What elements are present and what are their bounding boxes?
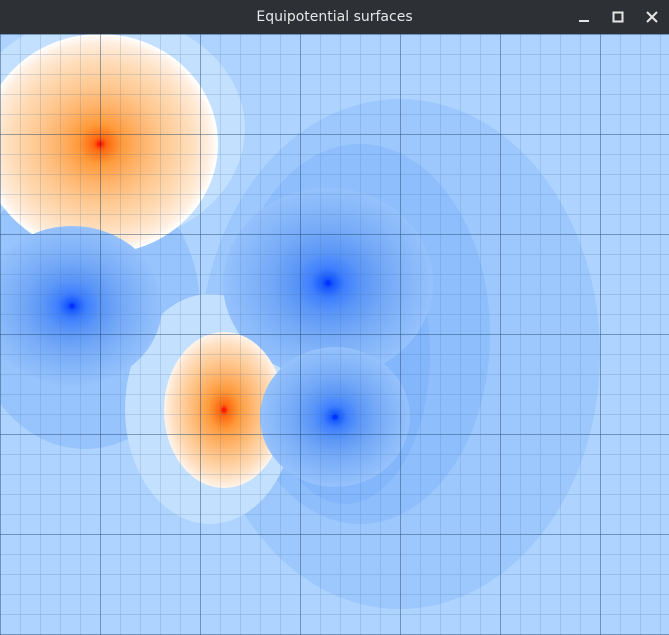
close-button[interactable] [635, 0, 669, 34]
minimize-button[interactable] [567, 0, 601, 34]
maximize-button[interactable] [601, 0, 635, 34]
close-icon [646, 11, 658, 23]
title-bar[interactable]: Equipotential surfaces [0, 0, 669, 34]
app-window: Equipotential surfaces [0, 0, 669, 635]
window-controls [567, 0, 669, 34]
minimize-icon [579, 20, 589, 22]
equipotential-plot[interactable] [0, 34, 669, 635]
grid-major [0, 34, 669, 635]
field-canvas [0, 34, 669, 635]
maximize-icon [612, 11, 624, 23]
